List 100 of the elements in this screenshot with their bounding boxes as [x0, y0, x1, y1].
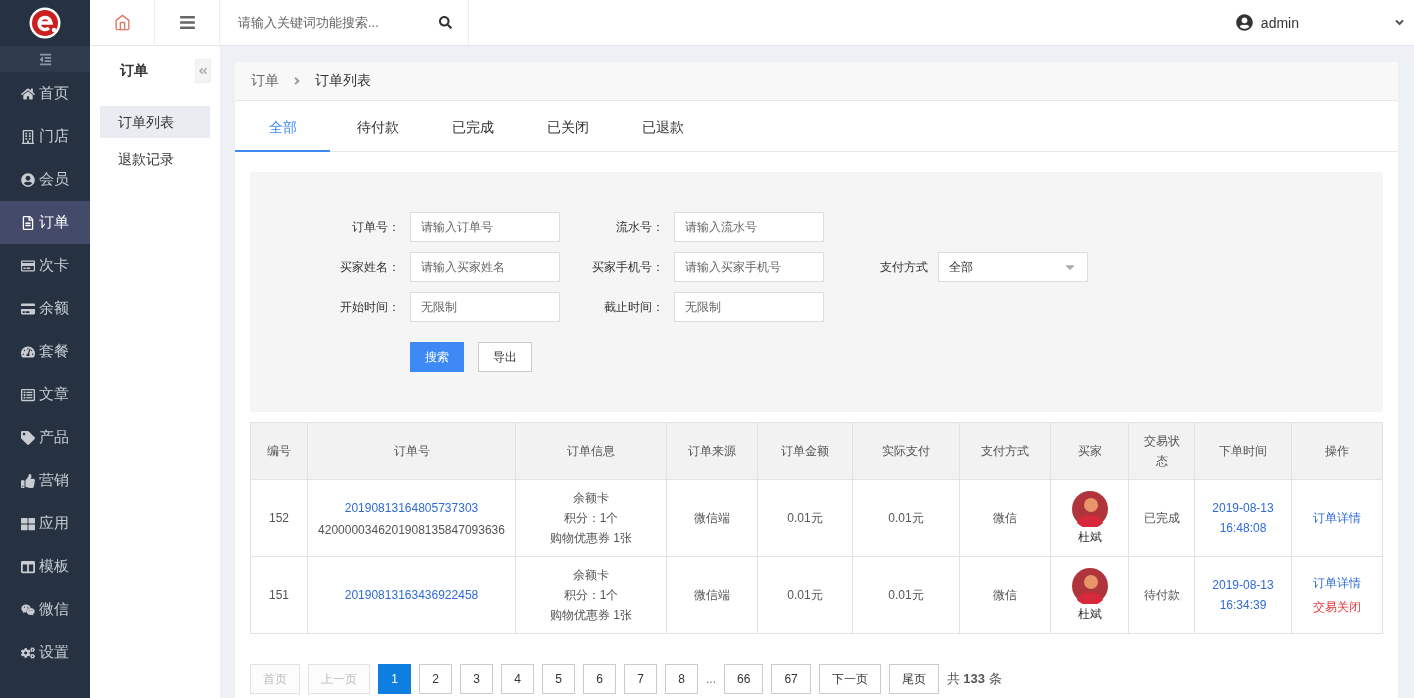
order-info-line: 余额卡 [572, 567, 610, 584]
order-time: 16:48:08 [1218, 520, 1268, 537]
nav-item[interactable]: 会员 [0, 158, 90, 201]
nav-label: 套餐 [39, 342, 69, 361]
tab[interactable]: 已关闭 [520, 102, 615, 152]
avatar-icon [1071, 491, 1108, 527]
input-field[interactable]: 无限制 [410, 292, 560, 322]
order-link[interactable]: 20190813164805737303 [312, 496, 511, 520]
nav-label: 订单 [39, 213, 69, 232]
breadcrumb-item[interactable]: 订单列表 [315, 72, 371, 90]
page-button[interactable]: 1 [378, 664, 411, 694]
page-button[interactable]: 6 [583, 664, 616, 694]
trade-number: 4200000346201908135847093636 [317, 522, 506, 539]
nav-item[interactable]: 模板 [0, 545, 90, 588]
column-header: 订单号 [307, 422, 516, 480]
nav-icon [21, 602, 35, 617]
nav-item[interactable]: 应用 [0, 502, 90, 545]
nav-item[interactable]: 余额 [0, 287, 90, 330]
nav-label: 应用 [39, 514, 69, 533]
input-field[interactable]: 请输入买家姓名 [410, 252, 560, 282]
order-info-line: 积分：1个 [562, 587, 620, 604]
column-header: 操作 [1291, 422, 1383, 480]
order-info-line: 购物优惠券 1张 [549, 607, 633, 624]
nav-label: 首页 [39, 84, 69, 103]
table-cell: 0.01元 [757, 556, 853, 634]
tab[interactable]: 已退款 [615, 102, 710, 152]
tab[interactable]: 全部 [235, 102, 330, 152]
nav-item[interactable]: 首页 [0, 72, 90, 115]
nav-item[interactable]: 文章 [0, 373, 90, 416]
column-header: 买家 [1050, 422, 1129, 480]
nav-icon [21, 86, 35, 101]
nav-icon [21, 473, 35, 488]
nav-icon [21, 430, 35, 445]
page-button[interactable]: 8 [665, 664, 698, 694]
nav-item[interactable]: 营销 [0, 459, 90, 502]
search-icon[interactable] [439, 16, 452, 29]
home-icon [113, 14, 131, 31]
nav-icon [21, 344, 35, 359]
table-cell: 0.01元 [852, 556, 960, 634]
logo-icon [29, 7, 61, 39]
total-count: 共 133 条 [946, 670, 1002, 688]
column-header: 交易状态 [1128, 422, 1195, 480]
page-button[interactable]: 4 [501, 664, 534, 694]
submenu-item[interactable]: 订单列表 [100, 106, 210, 138]
nav-item[interactable]: 套餐 [0, 330, 90, 373]
nav-item[interactable]: 设置 [0, 631, 90, 674]
nav-item[interactable]: 订单 [0, 201, 90, 244]
nav-item[interactable]: 门店 [0, 115, 90, 158]
column-header: 订单金额 [757, 422, 853, 480]
field-label: 买家姓名： [339, 258, 401, 276]
nav-icon [21, 559, 35, 574]
pager-button[interactable]: 下一页 [818, 664, 881, 694]
buyer-name: 杜斌 [1076, 529, 1103, 545]
column-header: 编号 [250, 422, 308, 480]
input-field[interactable]: 请输入流水号 [674, 212, 824, 242]
user-name[interactable]: admin [1260, 14, 1299, 31]
table-cell: 微信端 [666, 556, 758, 634]
page-button[interactable]: 66 [724, 664, 764, 694]
nav-item[interactable]: 产品 [0, 416, 90, 459]
table-cell: 151 [250, 556, 308, 634]
nav-item[interactable]: 次卡 [0, 244, 90, 287]
nav-icon [21, 215, 35, 230]
tab[interactable]: 待付款 [330, 102, 425, 152]
order-time: 2019-08-13 [1211, 500, 1275, 517]
page-button[interactable]: 7 [624, 664, 657, 694]
field-label: 支付方式 [879, 258, 929, 276]
input-field[interactable]: 请输入订单号 [410, 212, 560, 242]
nav-icon [21, 387, 35, 402]
submenu-title: 订单 [120, 62, 148, 80]
field-label: 流水号： [615, 218, 665, 236]
page-button[interactable]: 67 [771, 664, 811, 694]
breadcrumb-item[interactable]: 订单 [251, 72, 279, 90]
page-button[interactable]: 5 [542, 664, 575, 694]
input-field[interactable]: 无限制 [674, 292, 824, 322]
field-label: 买家手机号： [591, 258, 665, 276]
table-cell: 待付款 [1128, 556, 1195, 634]
field-label: 订单号： [351, 218, 401, 236]
nav-label: 产品 [39, 428, 69, 447]
nav-icon [21, 645, 35, 660]
export-button[interactable]: 导出 [478, 342, 532, 372]
pager-button[interactable]: 尾页 [888, 664, 939, 694]
field-label: 截止时间： [603, 298, 665, 316]
buyer-name: 杜斌 [1076, 606, 1103, 622]
close-trade-link[interactable]: 交易关闭 [1296, 595, 1378, 619]
page-button[interactable]: 3 [460, 664, 493, 694]
tab[interactable]: 已完成 [425, 102, 520, 152]
nav-item[interactable]: 微信 [0, 588, 90, 631]
column-header: 实际支付 [852, 422, 960, 480]
select-field[interactable]: 全部 [938, 252, 1088, 282]
nav-icon [21, 129, 35, 144]
details-link[interactable]: 订单详情 [1296, 571, 1378, 595]
table-cell: 微信 [959, 556, 1051, 634]
nav-icon [21, 258, 35, 273]
nav-label: 会员 [39, 170, 69, 189]
nav-icon [21, 516, 35, 531]
collapse-icon[interactable] [38, 52, 52, 66]
submenu-item[interactable]: 退款记录 [100, 143, 210, 175]
table-cell: 微信 [959, 479, 1051, 557]
page-button[interactable]: 2 [419, 664, 452, 694]
input-field[interactable]: 请输入买家手机号 [674, 252, 824, 282]
